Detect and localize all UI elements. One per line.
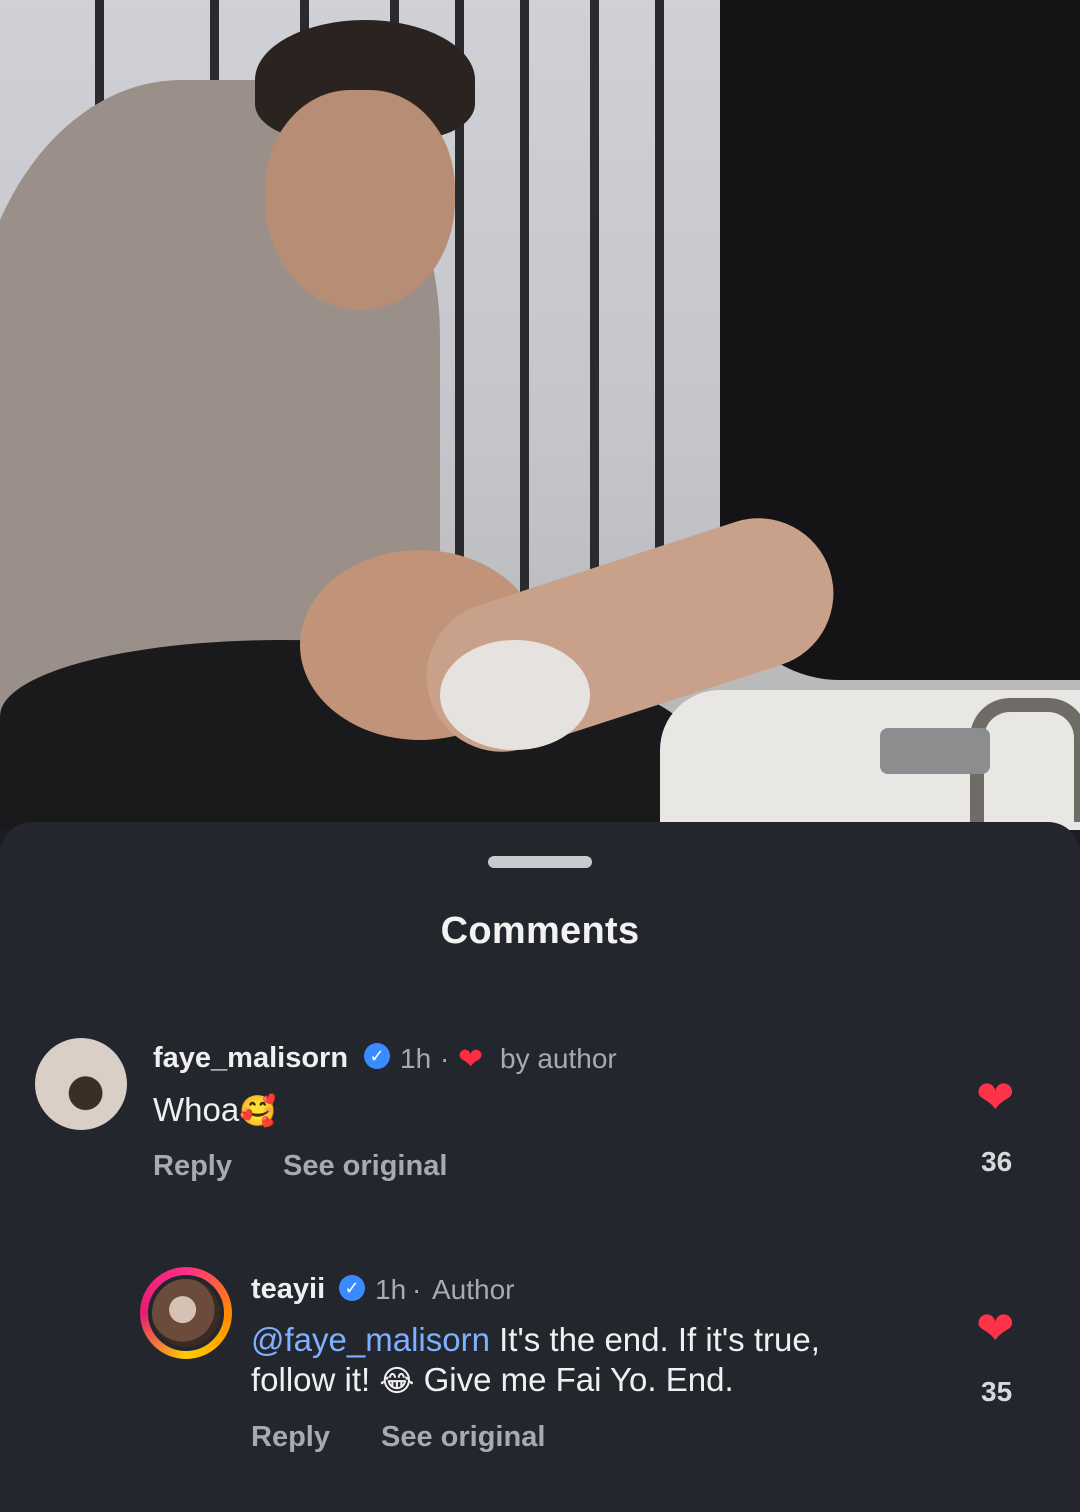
avatar[interactable] — [35, 1038, 127, 1130]
see-original-button[interactable]: See original — [283, 1150, 447, 1183]
shampoo-foam — [440, 640, 590, 750]
reply-button[interactable]: Reply — [251, 1421, 330, 1454]
comment-text: Whoa🥰 — [153, 1090, 277, 1132]
faucet — [880, 728, 990, 774]
heart-icon: ❤ — [458, 1043, 484, 1076]
like-heart-icon[interactable]: ❤ — [976, 1305, 1015, 1351]
avatar[interactable] — [148, 1275, 224, 1351]
like-count: 36 — [981, 1146, 1013, 1177]
like-count: 35 — [981, 1376, 1013, 1407]
smiling-hearts-emoji: 🥰 — [239, 1095, 277, 1128]
author-label: Author — [432, 1274, 515, 1305]
comment-username[interactable]: faye_malisorn — [153, 1042, 348, 1075]
meta-separator: · — [440, 1043, 450, 1074]
video-frame[interactable] — [0, 0, 1080, 830]
like-heart-icon[interactable]: ❤ — [976, 1074, 1015, 1120]
liked-by-author-label: by author — [500, 1043, 617, 1074]
laughing-tears-emoji: 😂 — [379, 1365, 415, 1398]
comment-text-part: It's the end. If it's true, — [489, 1321, 820, 1358]
sheet-title: Comments — [440, 910, 640, 952]
reply-button[interactable]: Reply — [153, 1150, 232, 1183]
comment-username[interactable]: teayii — [251, 1273, 325, 1306]
comment-text-body: Whoa — [153, 1091, 240, 1128]
sheet-drag-handle[interactable] — [488, 856, 592, 868]
comment-text-part: follow it! — [251, 1361, 380, 1398]
see-original-button[interactable]: See original — [381, 1421, 545, 1454]
comment-text-part: Give me Fai Yo. End. — [414, 1361, 734, 1398]
person-face — [265, 90, 455, 310]
verified-badge-icon: ✓ — [339, 1275, 365, 1301]
screen: Comments faye_malisorn ✓ 1h · ❤ by autho… — [0, 0, 1080, 1512]
mention-link[interactable]: @faye_malisorn — [251, 1321, 490, 1358]
comment-text: @faye_malisorn It's the end. If it's tru… — [251, 1320, 951, 1402]
meta-separator: · — [412, 1274, 422, 1305]
comment-time: 1h — [400, 1043, 432, 1074]
comment-time: 1h — [375, 1274, 407, 1305]
verified-badge-icon: ✓ — [364, 1043, 390, 1069]
